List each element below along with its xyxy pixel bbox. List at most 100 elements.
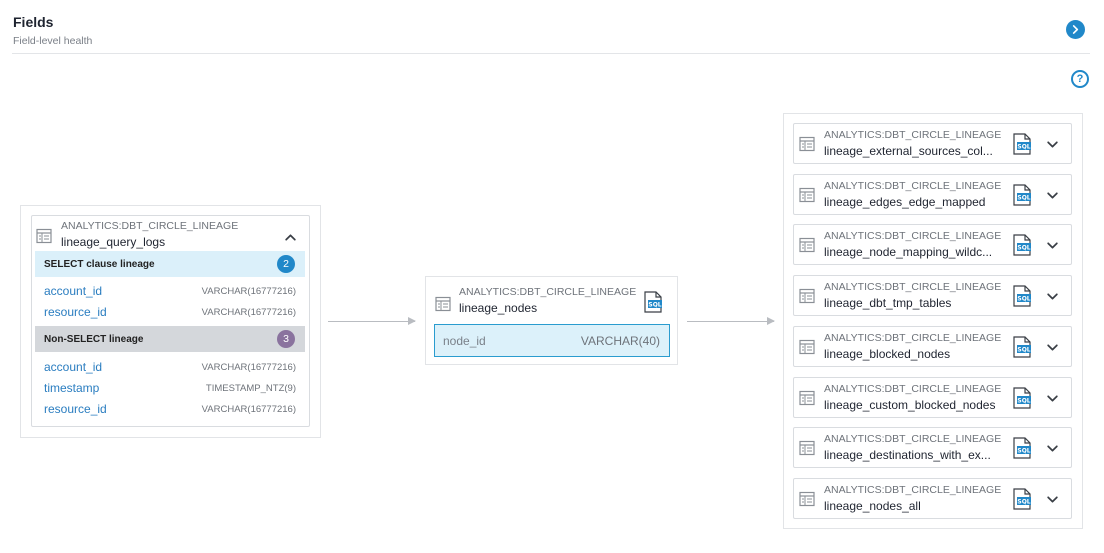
- page-header: Fields Field-level health: [13, 14, 92, 47]
- source-schema: ANALYTICS:DBT_CIRCLE_LINEAGE: [61, 220, 239, 232]
- sql-label: SQL: [1017, 245, 1030, 252]
- sql-file-icon[interactable]: SQL: [1012, 184, 1032, 206]
- downstream-table-card[interactable]: ANALYTICS:DBT_CIRCLE_LINEAGE lineage_exte…: [793, 123, 1072, 164]
- target-field-row[interactable]: node_id VARCHAR(40): [434, 324, 670, 357]
- field-row[interactable]: account_id VARCHAR(16777216): [44, 284, 296, 298]
- downstream-table-heading: ANALYTICS:DBT_CIRCLE_LINEAGE lineage_node…: [824, 230, 1001, 259]
- downstream-table-name: lineage_custom_blocked_nodes: [824, 397, 996, 412]
- chevron-down-icon[interactable]: [1046, 138, 1059, 151]
- sql-file-icon[interactable]: SQL: [1012, 285, 1032, 307]
- help-button[interactable]: ?: [1071, 70, 1089, 88]
- field-name[interactable]: account_id: [44, 360, 102, 374]
- downstream-table-card[interactable]: ANALYTICS:DBT_CIRCLE_LINEAGE lineage_dest…: [793, 427, 1072, 469]
- table-icon: [799, 238, 815, 253]
- downstream-table-card[interactable]: ANALYTICS:DBT_CIRCLE_LINEAGE lineage_cust…: [793, 376, 1072, 418]
- sql-label: SQL: [1017, 498, 1030, 505]
- field-row[interactable]: resource_id VARCHAR(16777216): [44, 305, 296, 319]
- field-row[interactable]: timestamp TIMESTAMP_NTZ(9): [44, 381, 296, 395]
- downstream-table-name: lineage_dbt_tmp_tables: [824, 296, 952, 311]
- downstream-table-card[interactable]: ANALYTICS:DBT_CIRCLE_LINEAGE lineage_node…: [793, 477, 1072, 519]
- chevron-down-icon[interactable]: [1046, 290, 1059, 303]
- field-type: VARCHAR(16777216): [201, 403, 296, 415]
- lineage-arrow-right: [687, 317, 775, 325]
- downstream-table-name: lineage_blocked_nodes: [824, 346, 951, 361]
- sql-file-icon[interactable]: SQL: [1012, 386, 1032, 409]
- table-icon: [799, 491, 815, 506]
- field-row[interactable]: resource_id VARCHAR(16777216): [44, 402, 296, 416]
- table-icon: [799, 390, 815, 405]
- table-icon: [799, 136, 815, 152]
- header-divider: [12, 53, 1090, 54]
- field-name[interactable]: resource_id: [44, 402, 107, 416]
- table-icon: [435, 296, 451, 312]
- non-select-lineage-header[interactable]: Non-SELECT lineage 3: [35, 326, 305, 352]
- downstream-table-heading: ANALYTICS:DBT_CIRCLE_LINEAGE lineage_dest…: [824, 433, 1001, 462]
- chevron-up-icon[interactable]: [284, 231, 297, 244]
- chevron-right-icon: [1072, 25, 1079, 34]
- table-icon: [799, 441, 815, 456]
- page-subtitle: Field-level health: [13, 35, 93, 47]
- field-name[interactable]: account_id: [44, 284, 102, 298]
- table-icon: [36, 228, 52, 244]
- downstream-table-name: lineage_destinations_with_ex...: [824, 448, 991, 463]
- chevron-down-icon[interactable]: [1046, 493, 1059, 506]
- target-table-name: lineage_nodes: [459, 301, 538, 315]
- sql-label: SQL: [1017, 144, 1030, 151]
- sql-file-icon[interactable]: SQL: [1012, 437, 1032, 459]
- downstream-table-heading: ANALYTICS:DBT_CIRCLE_LINEAGE lineage_bloc…: [824, 332, 1001, 361]
- target-field-type: VARCHAR(40): [580, 333, 660, 348]
- field-type: TIMESTAMP_NTZ(9): [205, 382, 296, 394]
- downstream-table-heading: ANALYTICS:DBT_CIRCLE_LINEAGE lineage_exte…: [824, 129, 1001, 158]
- target-schema: ANALYTICS:DBT_CIRCLE_LINEAGE: [459, 286, 637, 298]
- downstream-schema: ANALYTICS:DBT_CIRCLE_LINEAGE: [824, 433, 1002, 446]
- downstream-table-name: lineage_external_sources_col...: [824, 144, 993, 158]
- sql-file-icon[interactable]: SQL: [1012, 488, 1032, 510]
- chevron-down-icon[interactable]: [1046, 392, 1059, 405]
- non-select-lineage-label: Non-SELECT lineage: [44, 333, 144, 345]
- target-field-name: node_id: [443, 333, 486, 348]
- sql-label: SQL: [1017, 397, 1030, 404]
- downstream-schema: ANALYTICS:DBT_CIRCLE_LINEAGE: [824, 281, 1002, 294]
- chevron-down-icon[interactable]: [1046, 442, 1059, 455]
- field-name[interactable]: resource_id: [44, 305, 107, 319]
- sql-file-icon[interactable]: SQL: [1012, 133, 1032, 155]
- next-button[interactable]: [1066, 20, 1085, 39]
- sql-label: SQL: [1017, 296, 1030, 303]
- sql-file-icon[interactable]: SQL: [643, 291, 663, 313]
- select-lineage-header[interactable]: SELECT clause lineage 2: [35, 251, 305, 277]
- lineage-arrow-left: [328, 317, 416, 325]
- select-lineage-label: SELECT clause lineage: [44, 258, 155, 270]
- downstream-schema: ANALYTICS:DBT_CIRCLE_LINEAGE: [824, 331, 1002, 344]
- field-name[interactable]: timestamp: [44, 381, 99, 395]
- downstream-table-heading: ANALYTICS:DBT_CIRCLE_LINEAGE lineage_edge…: [824, 180, 1001, 209]
- downstream-table-card[interactable]: ANALYTICS:DBT_CIRCLE_LINEAGE lineage_edge…: [793, 173, 1072, 215]
- downstream-schema: ANALYTICS:DBT_CIRCLE_LINEAGE: [824, 230, 1002, 243]
- sql-file-icon[interactable]: SQL: [1012, 234, 1032, 256]
- target-heading: ANALYTICS:DBT_CIRCLE_LINEAGE lineage_nod…: [459, 286, 636, 315]
- downstream-table-name: lineage_edges_edge_mapped: [824, 194, 986, 209]
- downstream-table-heading: ANALYTICS:DBT_CIRCLE_LINEAGE lineage_dbt_…: [824, 281, 1001, 310]
- chevron-down-icon[interactable]: [1046, 341, 1059, 354]
- downstream-schema: ANALYTICS:DBT_CIRCLE_LINEAGE: [824, 483, 1002, 496]
- downstream-table-heading: ANALYTICS:DBT_CIRCLE_LINEAGE lineage_cust…: [824, 383, 1001, 412]
- sql-label: SQL: [1017, 194, 1030, 201]
- page-title: Fields: [13, 14, 54, 30]
- source-table-card: ANALYTICS:DBT_CIRCLE_LINEAGE lineage_que…: [31, 215, 310, 427]
- downstream-table-card[interactable]: ANALYTICS:DBT_CIRCLE_LINEAGE lineage_dbt_…: [793, 275, 1072, 317]
- question-mark-icon: ?: [1076, 73, 1084, 85]
- table-icon: [799, 288, 815, 304]
- field-row[interactable]: account_id VARCHAR(16777216): [44, 360, 296, 374]
- downstream-table-card[interactable]: ANALYTICS:DBT_CIRCLE_LINEAGE lineage_bloc…: [793, 325, 1072, 367]
- downstream-schema: ANALYTICS:DBT_CIRCLE_LINEAGE: [824, 129, 1002, 141]
- sql-file-icon[interactable]: SQL: [1012, 336, 1032, 358]
- downstream-table-card[interactable]: ANALYTICS:DBT_CIRCLE_LINEAGE lineage_node…: [793, 224, 1072, 266]
- downstream-table-name: lineage_node_mapping_wildc...: [824, 245, 993, 260]
- chevron-down-icon[interactable]: [1046, 239, 1059, 252]
- select-count-badge: 2: [277, 255, 295, 273]
- field-type: VARCHAR(16777216): [201, 306, 296, 318]
- downstream-schema: ANALYTICS:DBT_CIRCLE_LINEAGE: [824, 179, 1002, 192]
- sql-label: SQL: [648, 302, 661, 309]
- sql-label: SQL: [1017, 448, 1030, 455]
- chevron-down-icon[interactable]: [1046, 189, 1059, 202]
- field-type: VARCHAR(16777216): [201, 285, 296, 297]
